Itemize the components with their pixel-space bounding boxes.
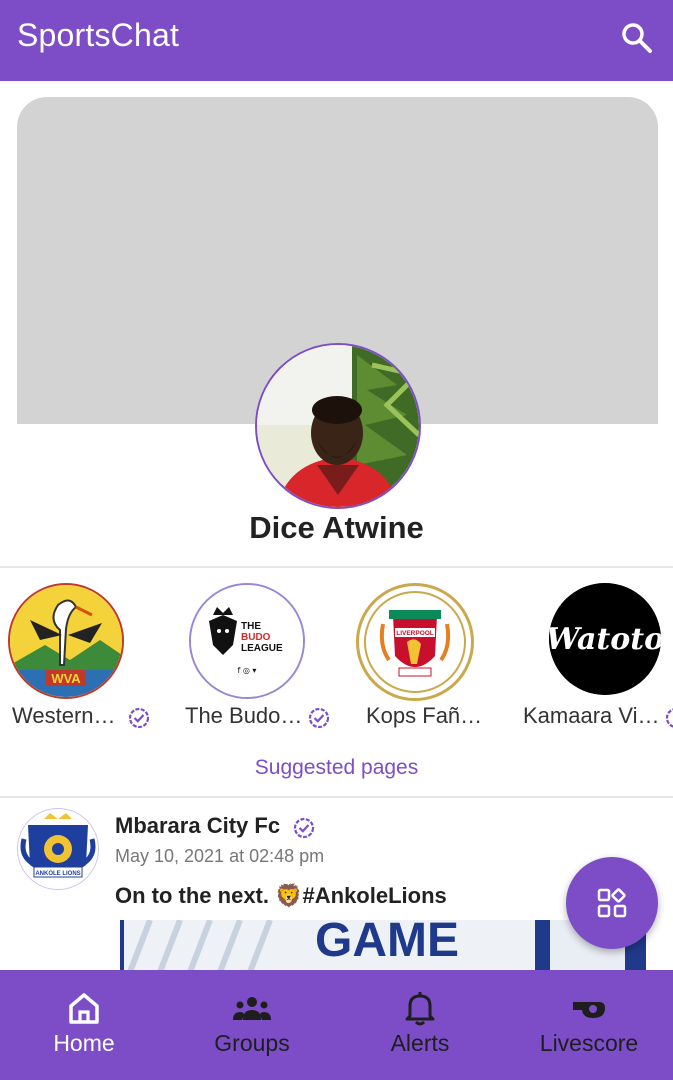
post-author-avatar[interactable]: ANKOLE LIONS	[17, 808, 99, 890]
suggested-page-kamaara[interactable]: Watoto Kamaara Vi…	[510, 583, 673, 733]
verified-badge-icon	[308, 707, 330, 729]
nav-alerts[interactable]: Alerts	[336, 970, 504, 1080]
bell-icon	[405, 992, 435, 1026]
post-timestamp: May 10, 2021 at 02:48 pm	[115, 846, 325, 866]
liverpool-crest-text: LIVERPOOL	[396, 630, 434, 637]
post-author-name[interactable]: Mbarara City Fc	[115, 813, 280, 839]
section-divider	[0, 796, 673, 798]
svg-text:THE: THE	[241, 621, 261, 632]
svg-text:LEAGUE: LEAGUE	[241, 643, 283, 654]
nav-home[interactable]: Home	[0, 970, 168, 1080]
post-image[interactable]: GAME	[120, 920, 646, 972]
suggested-pages-link[interactable]: Suggested pages	[0, 756, 673, 780]
apps-fab-button[interactable]	[566, 857, 658, 949]
apps-grid-icon	[597, 888, 627, 918]
section-divider	[0, 566, 673, 568]
nav-label: Livescore	[539, 1030, 639, 1056]
app-title: SportsChat	[17, 17, 180, 53]
nav-groups[interactable]: Groups	[168, 970, 336, 1080]
profile-avatar[interactable]	[255, 343, 421, 509]
whistle-icon	[573, 1002, 605, 1018]
svg-text:BUDO: BUDO	[241, 632, 271, 643]
avatar-crest-text: ANKOLE LIONS	[35, 871, 80, 877]
nav-label: Home	[53, 1030, 115, 1056]
nav-label: Groups	[214, 1030, 290, 1056]
suggested-page-western[interactable]: WVA Western…	[0, 583, 170, 733]
suggested-page-budo-league[interactable]: THE BUDO LEAGUE f ◎ ▾ The Budo…	[170, 583, 340, 733]
groups-icon	[233, 997, 271, 1020]
wva-crest-text: WVA	[51, 671, 81, 686]
search-button[interactable]	[619, 20, 655, 56]
stork-crest-logo: WVA	[8, 583, 124, 699]
suggested-page-kops[interactable]: LIVERPOOL Kops Fañ…	[340, 583, 510, 733]
liverpool-crest-logo: LIVERPOOL	[356, 583, 474, 701]
suggested-page-label: Western…	[12, 703, 116, 728]
home-icon	[69, 993, 99, 1024]
suggested-page-label: Kamaara Vi…	[523, 703, 660, 728]
svg-text:f ◎ ▾: f ◎ ▾	[238, 666, 257, 675]
watoto-logo: Watoto	[549, 583, 661, 695]
nav-livescore[interactable]: Livescore	[505, 970, 673, 1080]
app-bar: SportsChat	[0, 0, 673, 81]
verified-badge-icon	[128, 707, 150, 729]
nav-label: Alerts	[390, 1030, 450, 1056]
watoto-logo-text: Watoto	[549, 622, 661, 657]
suggested-page-label: Kops Fañ…	[366, 703, 483, 728]
profile-name: Dice Atwine	[249, 510, 424, 545]
verified-badge-icon	[293, 817, 315, 839]
suggested-page-label: The Budo…	[185, 703, 303, 728]
search-icon	[622, 23, 652, 53]
bottom-navigation: Home Groups Alerts Livescore	[0, 970, 673, 1080]
lion-league-logo: THE BUDO LEAGUE f ◎ ▾	[189, 583, 305, 699]
post-text: On to the next. 🦁#AnkoleLions	[115, 883, 447, 908]
post-image-text: GAME	[315, 920, 459, 967]
verified-badge-icon	[665, 708, 673, 728]
